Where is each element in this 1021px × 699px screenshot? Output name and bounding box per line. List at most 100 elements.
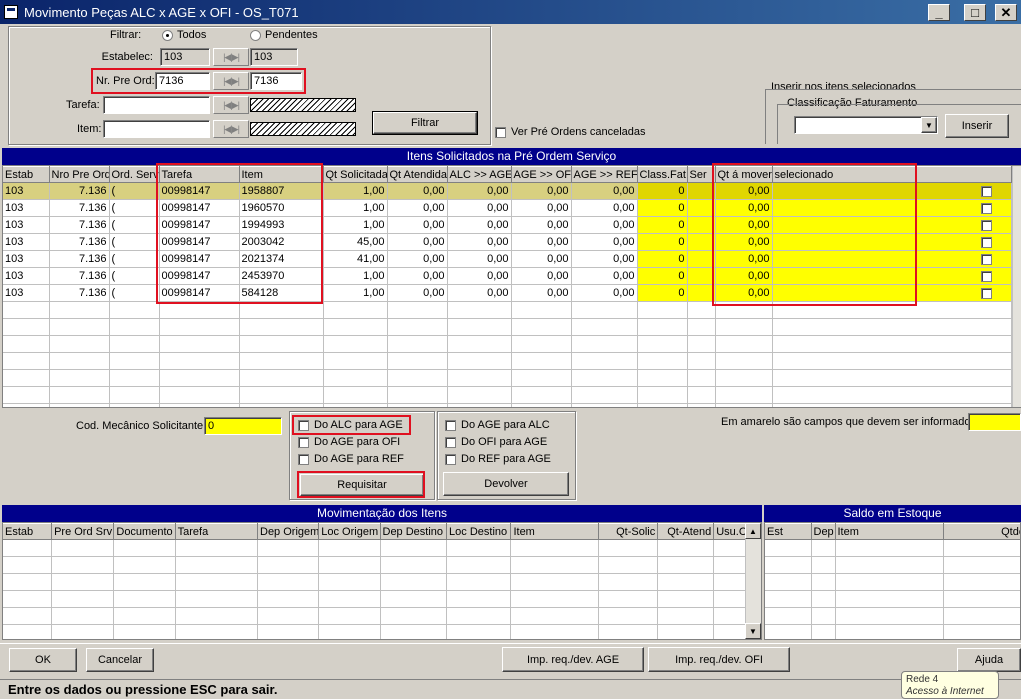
table-cell[interactable] bbox=[447, 403, 512, 407]
table-cell[interactable] bbox=[637, 301, 688, 319]
table-cell[interactable] bbox=[109, 318, 160, 336]
table-cell[interactable] bbox=[159, 403, 240, 407]
checkbox-icon[interactable] bbox=[980, 219, 992, 231]
table-cell[interactable]: 1960570 bbox=[239, 199, 324, 217]
table-cell[interactable]: 1,00 bbox=[323, 267, 388, 285]
table-cell[interactable]: 00998147 bbox=[159, 233, 240, 251]
table-cell[interactable] bbox=[687, 284, 716, 302]
table-row[interactable] bbox=[3, 386, 1012, 404]
table-cell[interactable]: 0,00 bbox=[511, 250, 572, 268]
table-cell[interactable] bbox=[3, 607, 53, 625]
table-cell[interactable] bbox=[511, 318, 572, 336]
table-row[interactable] bbox=[765, 607, 1020, 625]
column-header[interactable]: Item bbox=[835, 523, 944, 540]
table-cell[interactable] bbox=[387, 403, 448, 407]
maximize-button[interactable]: □ bbox=[964, 4, 986, 21]
table-cell[interactable]: 2003042 bbox=[239, 233, 324, 251]
table-cell[interactable]: 0,00 bbox=[571, 182, 638, 200]
table-cell[interactable] bbox=[447, 318, 512, 336]
table-cell[interactable]: 0,00 bbox=[715, 233, 773, 251]
table-cell[interactable] bbox=[447, 352, 512, 370]
table-cell[interactable] bbox=[687, 335, 716, 353]
table-cell[interactable] bbox=[835, 573, 944, 591]
table-cell[interactable]: ( bbox=[109, 182, 160, 200]
column-header[interactable]: Usu.Criação bbox=[713, 523, 747, 540]
table-cell[interactable] bbox=[510, 590, 600, 608]
table-cell[interactable] bbox=[175, 556, 259, 574]
table-cell[interactable] bbox=[713, 624, 747, 639]
table-cell[interactable] bbox=[943, 607, 1020, 625]
table-cell[interactable]: 0,00 bbox=[387, 233, 448, 251]
table-row[interactable] bbox=[3, 369, 1012, 387]
table-cell[interactable]: 0,00 bbox=[715, 284, 773, 302]
column-header[interactable]: Ser bbox=[687, 166, 716, 183]
table-cell[interactable] bbox=[3, 301, 50, 319]
table-cell[interactable] bbox=[772, 403, 1012, 407]
checkbox-icon[interactable] bbox=[980, 185, 992, 197]
table-cell[interactable] bbox=[687, 318, 716, 336]
table-cell[interactable] bbox=[943, 590, 1020, 608]
checkbox-icon[interactable] bbox=[980, 202, 992, 214]
table-cell[interactable] bbox=[51, 624, 115, 639]
table-cell[interactable] bbox=[715, 318, 773, 336]
estabelec-to-field[interactable]: 103 bbox=[250, 48, 298, 66]
table-cell[interactable]: 7.136 bbox=[49, 199, 110, 217]
devolver-button[interactable]: Devolver bbox=[443, 472, 569, 496]
column-header[interactable]: Qt-Solic bbox=[598, 523, 659, 540]
table-cell[interactable]: 0,00 bbox=[715, 182, 773, 200]
table-cell[interactable] bbox=[510, 573, 600, 591]
column-header[interactable]: Loc Origem bbox=[318, 523, 381, 540]
table-cell[interactable] bbox=[713, 556, 747, 574]
table-cell[interactable] bbox=[159, 301, 240, 319]
table-cell[interactable] bbox=[175, 590, 259, 608]
table-cell[interactable] bbox=[159, 335, 240, 353]
table-cell[interactable] bbox=[380, 556, 448, 574]
table-cell[interactable] bbox=[637, 369, 688, 387]
table-cell[interactable] bbox=[323, 335, 388, 353]
table-cell[interactable] bbox=[598, 573, 659, 591]
table-cell[interactable] bbox=[49, 352, 110, 370]
table-cell[interactable]: 0,00 bbox=[571, 284, 638, 302]
do-age-alc-checkbox[interactable]: Do AGE para ALC bbox=[445, 419, 550, 431]
table-cell[interactable] bbox=[772, 335, 1012, 353]
table-cell[interactable] bbox=[715, 369, 773, 387]
column-header[interactable]: AGE >> REF bbox=[571, 166, 638, 183]
table-cell[interactable]: 7.136 bbox=[49, 250, 110, 268]
table-cell[interactable] bbox=[49, 369, 110, 387]
column-header[interactable]: selecionado bbox=[772, 166, 1012, 183]
table-cell[interactable] bbox=[447, 301, 512, 319]
table-cell[interactable] bbox=[257, 607, 320, 625]
table-cell[interactable]: 0,00 bbox=[447, 267, 512, 285]
table-cell[interactable]: 1,00 bbox=[323, 199, 388, 217]
table-cell[interactable]: ( bbox=[109, 284, 160, 302]
table-row[interactable] bbox=[3, 573, 747, 591]
filtrar-button[interactable]: Filtrar bbox=[372, 111, 478, 135]
table-cell[interactable]: 103 bbox=[3, 199, 50, 217]
table-cell[interactable] bbox=[835, 590, 944, 608]
table-cell[interactable] bbox=[571, 301, 638, 319]
requisitar-button[interactable]: Requisitar bbox=[300, 474, 424, 496]
table-cell[interactable] bbox=[687, 250, 716, 268]
table-cell[interactable]: 0 bbox=[637, 216, 688, 234]
table-cell[interactable] bbox=[3, 556, 53, 574]
table-cell[interactable]: 0,00 bbox=[387, 216, 448, 234]
table-cell[interactable] bbox=[943, 539, 1020, 557]
table-cell[interactable] bbox=[446, 573, 512, 591]
table-cell[interactable] bbox=[323, 403, 388, 407]
classificacao-select[interactable] bbox=[794, 116, 938, 134]
table-row[interactable]: 103 7.136(00998147 2003042 45,00 0,00 0,00 0,0… bbox=[3, 233, 1012, 251]
table-cell[interactable] bbox=[687, 369, 716, 387]
table-cell[interactable] bbox=[713, 590, 747, 608]
ver-canceladas-checkbox[interactable]: Ver Pré Ordens canceladas bbox=[495, 126, 646, 138]
table-cell[interactable] bbox=[657, 607, 715, 625]
table-cell[interactable] bbox=[571, 335, 638, 353]
table-cell[interactable] bbox=[835, 539, 944, 557]
tarefa-nav-buttons[interactable]: |◀|▶| bbox=[213, 96, 249, 114]
table-cell[interactable]: 7.136 bbox=[49, 284, 110, 302]
table-cell[interactable] bbox=[637, 335, 688, 353]
table-cell[interactable] bbox=[323, 352, 388, 370]
table-cell[interactable]: 0,00 bbox=[715, 250, 773, 268]
table-cell[interactable] bbox=[571, 403, 638, 407]
nr-pre-ord-from-field[interactable]: 7136 bbox=[155, 72, 210, 90]
table-cell[interactable] bbox=[159, 369, 240, 387]
